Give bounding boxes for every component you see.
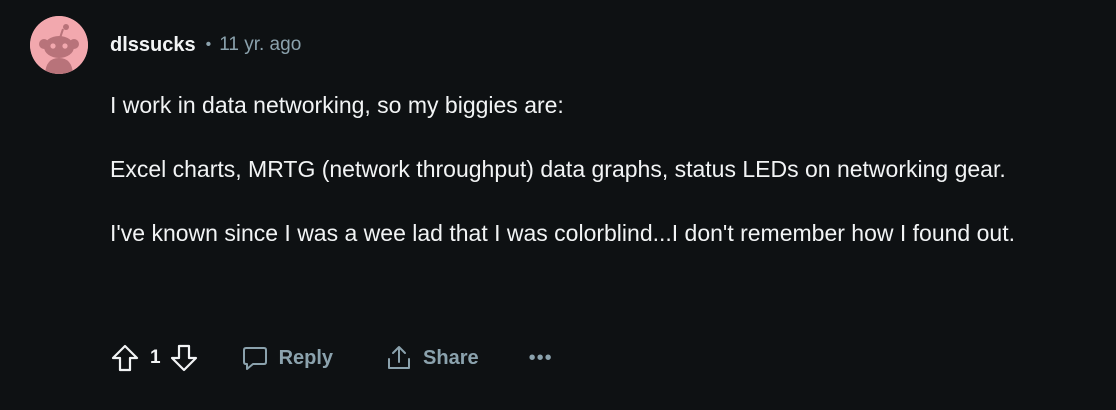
share-button[interactable]: Share (385, 338, 479, 378)
comment-actions: 1 Reply Share ••• (108, 338, 553, 378)
comment-paragraph-2: Excel charts, MRTG (network throughput) … (110, 156, 1006, 182)
downvote-arrow-icon (170, 344, 197, 372)
share-label: Share (423, 346, 479, 369)
downvote-button[interactable] (167, 338, 201, 378)
comment-paragraph-1: I work in data networking, so my biggies… (110, 92, 564, 118)
comment: dlssucks • 11 yr. ago I work in data net… (0, 0, 1116, 410)
comment-meta: dlssucks • 11 yr. ago (110, 32, 301, 58)
speech-bubble-icon (241, 344, 269, 372)
more-options-button[interactable]: ••• (529, 338, 553, 378)
share-icon (385, 344, 413, 372)
upvote-button[interactable] (108, 338, 142, 378)
comment-paragraph-3: I've known since I was a wee lad that I … (110, 220, 1015, 246)
comment-timestamp[interactable]: 11 yr. ago (219, 34, 301, 56)
snoo-avatar-icon (30, 16, 88, 74)
avatar[interactable] (30, 16, 88, 74)
reply-button[interactable]: Reply (241, 338, 333, 378)
comment-body: I work in data networking, so my biggies… (110, 88, 1100, 280)
meta-separator: • (205, 36, 212, 53)
reply-label: Reply (278, 346, 334, 369)
vote-score: 1 (150, 347, 161, 368)
upvote-arrow-icon (111, 344, 139, 372)
author-username[interactable]: dlssucks (110, 34, 196, 57)
